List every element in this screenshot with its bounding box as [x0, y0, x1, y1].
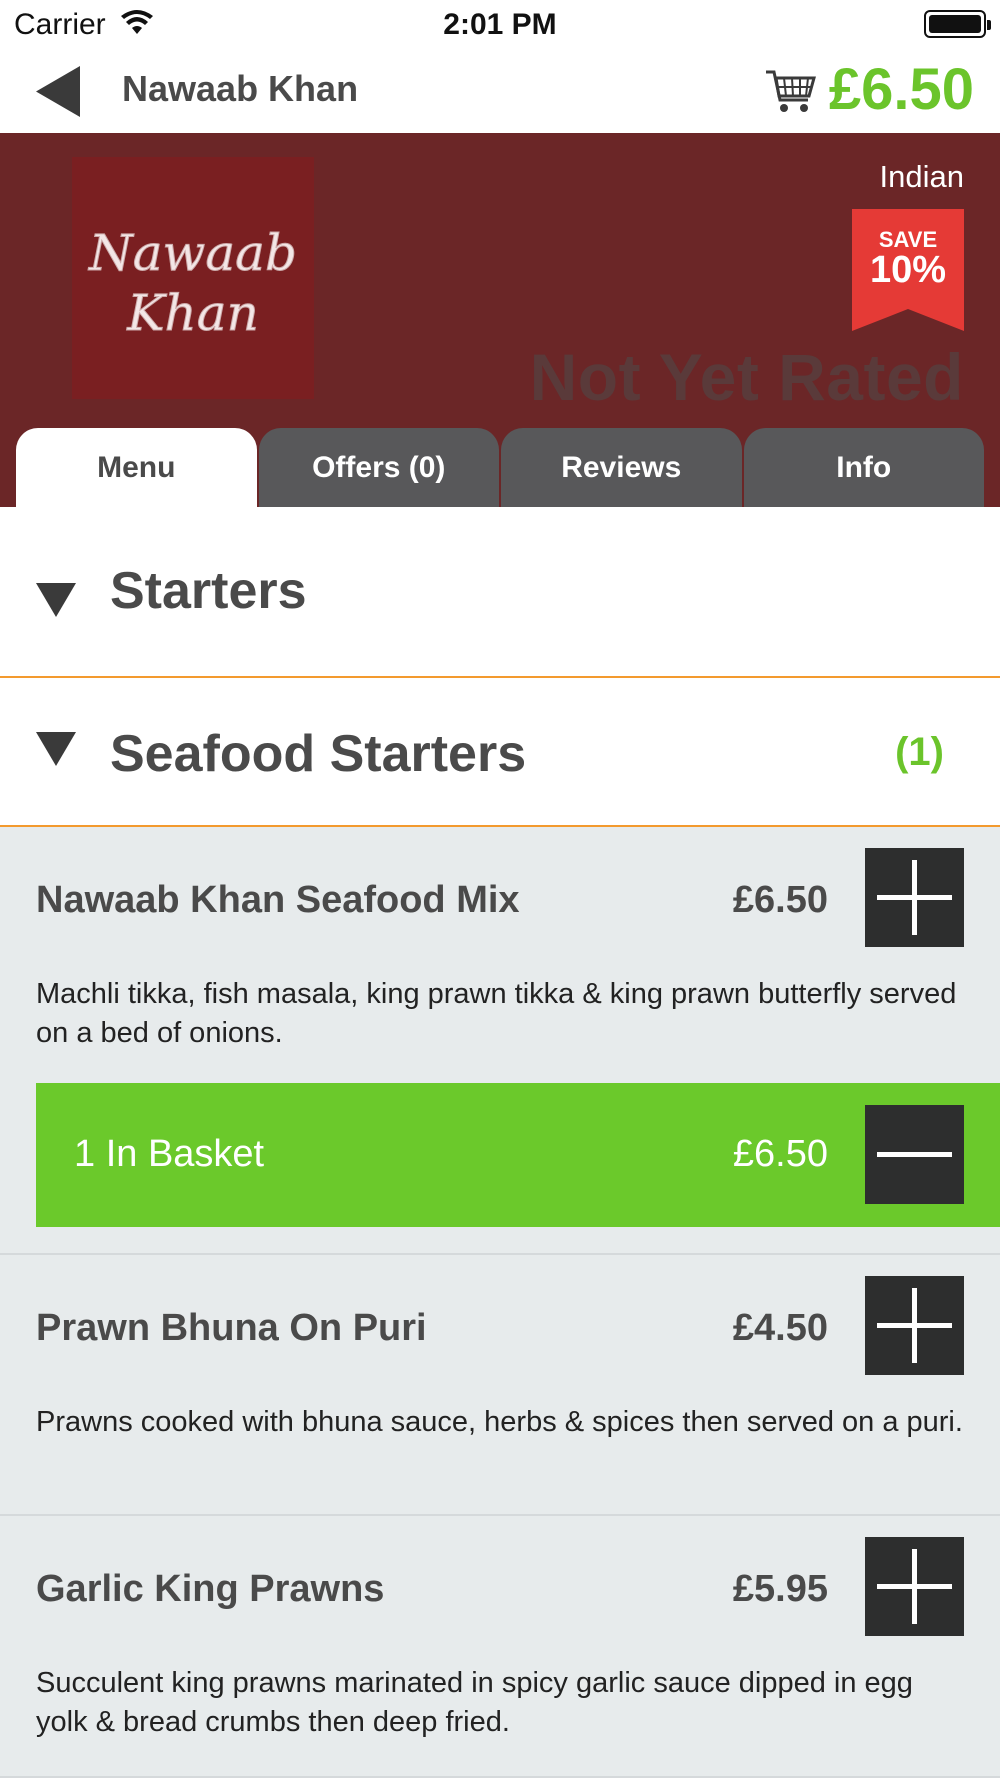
save-badge-percent: 10%	[869, 249, 947, 291]
menu-item: Nawaab Khan Seafood Mix £6.50 Machli tik…	[0, 827, 1000, 1255]
collapse-triangle-icon	[36, 732, 76, 766]
minus-icon	[877, 1152, 952, 1157]
section-title: Starters	[110, 562, 307, 620]
add-item-button[interactable]	[865, 848, 964, 947]
cart-icon[interactable]	[764, 66, 816, 116]
tab-info[interactable]: Info	[743, 428, 984, 507]
nav-bar: Nawaab Khan £6.50	[0, 50, 1000, 133]
add-item-button[interactable]	[865, 1537, 964, 1636]
item-name: Nawaab Khan Seafood Mix	[36, 879, 520, 921]
svg-text:Khan: Khan	[126, 284, 259, 342]
menu-item: Garlic King Prawns £5.95 Succulent king …	[0, 1516, 1000, 1778]
remove-item-button[interactable]	[865, 1105, 964, 1204]
item-name: Garlic King Prawns	[36, 1568, 385, 1610]
rating-label: Not Yet Rated	[529, 340, 964, 414]
basket-quantity-label: 1 In Basket	[74, 1133, 265, 1175]
item-price: £4.50	[732, 1307, 828, 1349]
menu-item: Prawn Bhuna On Puri £4.50 Prawns cooked …	[0, 1255, 1000, 1516]
plus-icon	[877, 860, 952, 935]
section-starters[interactable]: Starters	[0, 507, 1000, 678]
svg-text:Nawaab: Nawaab	[88, 224, 297, 282]
status-bar: Carrier 2:01 PM	[0, 0, 1000, 50]
tab-bar: Menu Offers (0) Reviews Info	[16, 428, 984, 507]
basket-price: £6.50	[732, 1133, 828, 1175]
battery-icon	[924, 10, 991, 38]
plus-icon	[877, 1549, 952, 1624]
back-button[interactable]	[34, 64, 84, 119]
plus-icon	[877, 1288, 952, 1363]
collapse-triangle-icon	[36, 583, 76, 617]
add-item-button[interactable]	[865, 1276, 964, 1375]
item-description: Prawns cooked with bhuna sauce, herbs & …	[36, 1406, 963, 1438]
cuisine-label: Indian	[879, 159, 964, 194]
item-name: Prawn Bhuna On Puri	[36, 1307, 427, 1349]
tab-offers[interactable]: Offers (0)	[258, 428, 499, 507]
cart-total[interactable]: £6.50	[829, 56, 974, 123]
item-description: Machli tikka, fish masala, king prawn ti…	[36, 978, 957, 1049]
section-count: (1)	[895, 730, 944, 774]
section-seafood-starters[interactable]: Seafood Starters (1)	[0, 678, 1000, 827]
item-price: £6.50	[732, 879, 828, 921]
item-description: Succulent king prawns marinated in spicy…	[36, 1667, 913, 1738]
page-title: Nawaab Khan	[122, 68, 359, 109]
tab-menu[interactable]: Menu	[16, 428, 257, 507]
tab-reviews[interactable]: Reviews	[501, 428, 742, 507]
in-basket-bar: 1 In Basket £6.50	[36, 1083, 1000, 1227]
clock: 2:01 PM	[443, 8, 557, 41]
menu-items-list: Nawaab Khan Seafood Mix £6.50 Machli tik…	[0, 827, 1000, 1778]
section-title: Seafood Starters	[110, 725, 527, 783]
item-price: £5.95	[732, 1568, 828, 1610]
restaurant-logo: Nawaab Khan	[72, 157, 314, 399]
back-arrow-icon	[36, 66, 80, 117]
